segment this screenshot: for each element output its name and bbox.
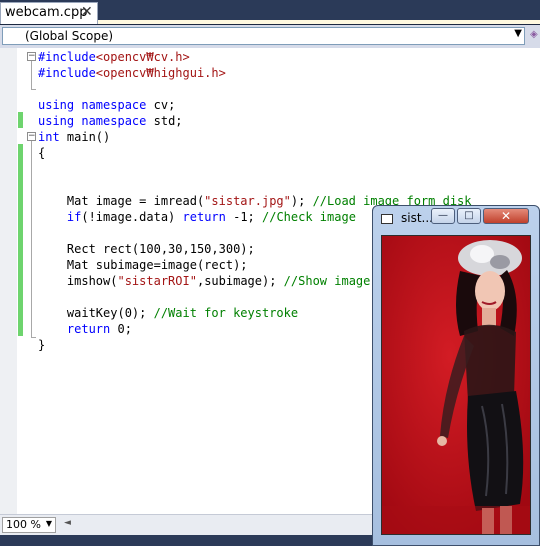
code-line[interactable]: using namespace cv;: [38, 97, 472, 113]
scope-dropdown[interactable]: (Global Scope) ▼: [2, 27, 525, 45]
code-token: #include: [38, 66, 96, 80]
code-token: ,subimage);: [196, 274, 284, 288]
members-icon[interactable]: ◈: [530, 29, 540, 43]
code-token: //Show image: [283, 274, 371, 288]
image-window[interactable]: sist... — □ ✕: [372, 205, 540, 546]
code-line[interactable]: {: [38, 145, 472, 161]
chevron-down-icon[interactable]: ▼: [514, 28, 522, 39]
code-line[interactable]: [38, 177, 472, 193]
code-line[interactable]: #include<opencv₩cv.h>: [38, 49, 472, 65]
code-token: if: [66, 210, 82, 224]
tab-label: webcam.cpp: [5, 5, 88, 20]
code-token: std;: [146, 114, 183, 128]
code-token: "sistar.jpg": [204, 194, 291, 208]
navigation-bar: (Global Scope) ▼ ◈: [0, 25, 540, 48]
fold-minus-icon[interactable]: −: [27, 132, 36, 141]
fold-guide: [31, 337, 36, 338]
code-token: <opencv₩highgui.h>: [95, 66, 226, 80]
zoom-level: 100 %: [6, 518, 41, 531]
code-token: //Wait for keystroke: [153, 306, 299, 320]
scroll-left-icon[interactable]: ◄: [64, 518, 71, 528]
code-token: }: [38, 338, 46, 352]
code-token: imshow(: [38, 274, 118, 288]
scope-value: (Global Scope): [25, 29, 114, 43]
code-token: //Check image: [262, 210, 356, 224]
change-indicator: [18, 112, 23, 128]
window-app-icon: [381, 214, 393, 224]
document-tab-strip: webcam.cpp ✕: [0, 0, 540, 25]
code-token: using: [38, 98, 75, 112]
change-indicator: [18, 144, 23, 336]
code-token: namespace: [81, 98, 147, 112]
close-button[interactable]: ✕: [483, 208, 529, 224]
code-token: #include: [38, 50, 96, 64]
maximize-button[interactable]: □: [457, 208, 481, 224]
code-line[interactable]: [38, 81, 472, 97]
window-title: sist...: [401, 211, 433, 225]
code-line[interactable]: [38, 161, 472, 177]
code-token: int: [38, 130, 60, 144]
code-line[interactable]: int main(): [38, 129, 472, 145]
maximize-icon: □: [464, 210, 474, 221]
minimize-icon: —: [438, 210, 448, 221]
code-token: namespace: [81, 114, 147, 128]
fold-guide: [31, 89, 36, 90]
code-token: return: [182, 210, 226, 224]
close-icon[interactable]: ✕: [81, 4, 93, 20]
code-token: main(): [59, 130, 111, 144]
code-token: using: [38, 114, 75, 128]
code-token: return: [66, 322, 111, 336]
code-token: cv;: [146, 98, 176, 112]
tab-accent-bar: [98, 20, 540, 24]
code-line[interactable]: #include<opencv₩highgui.h>: [38, 65, 472, 81]
tab-webcam-cpp[interactable]: webcam.cpp ✕: [0, 2, 98, 24]
code-token: "sistarROI": [117, 274, 197, 288]
fold-guide: [31, 141, 32, 337]
code-token: waitKey(0);: [38, 306, 154, 320]
code-token: <opencv₩cv.h>: [95, 50, 190, 64]
minimize-button[interactable]: —: [431, 208, 455, 224]
fold-minus-icon[interactable]: −: [27, 52, 36, 61]
photo-illustration: [382, 236, 530, 534]
code-token: Mat subimage=image(rect);: [38, 258, 248, 272]
roi-image: [381, 235, 531, 535]
code-token: Mat image = imread(: [38, 194, 205, 208]
indicator-margin: [0, 48, 17, 514]
close-icon: ✕: [500, 209, 512, 223]
code-line[interactable]: using namespace std;: [38, 113, 472, 129]
code-token: -1;: [225, 210, 262, 224]
chevron-down-icon[interactable]: ▼: [46, 519, 52, 528]
zoom-dropdown[interactable]: 100 % ▼: [2, 517, 56, 533]
code-token: );: [290, 194, 313, 208]
code-token: {: [38, 146, 46, 160]
code-token: (!image.data): [81, 210, 183, 224]
code-token: Rect rect(100,30,150,300);: [38, 242, 255, 256]
code-token: 0;: [110, 322, 132, 336]
fold-guide: [31, 61, 32, 89]
